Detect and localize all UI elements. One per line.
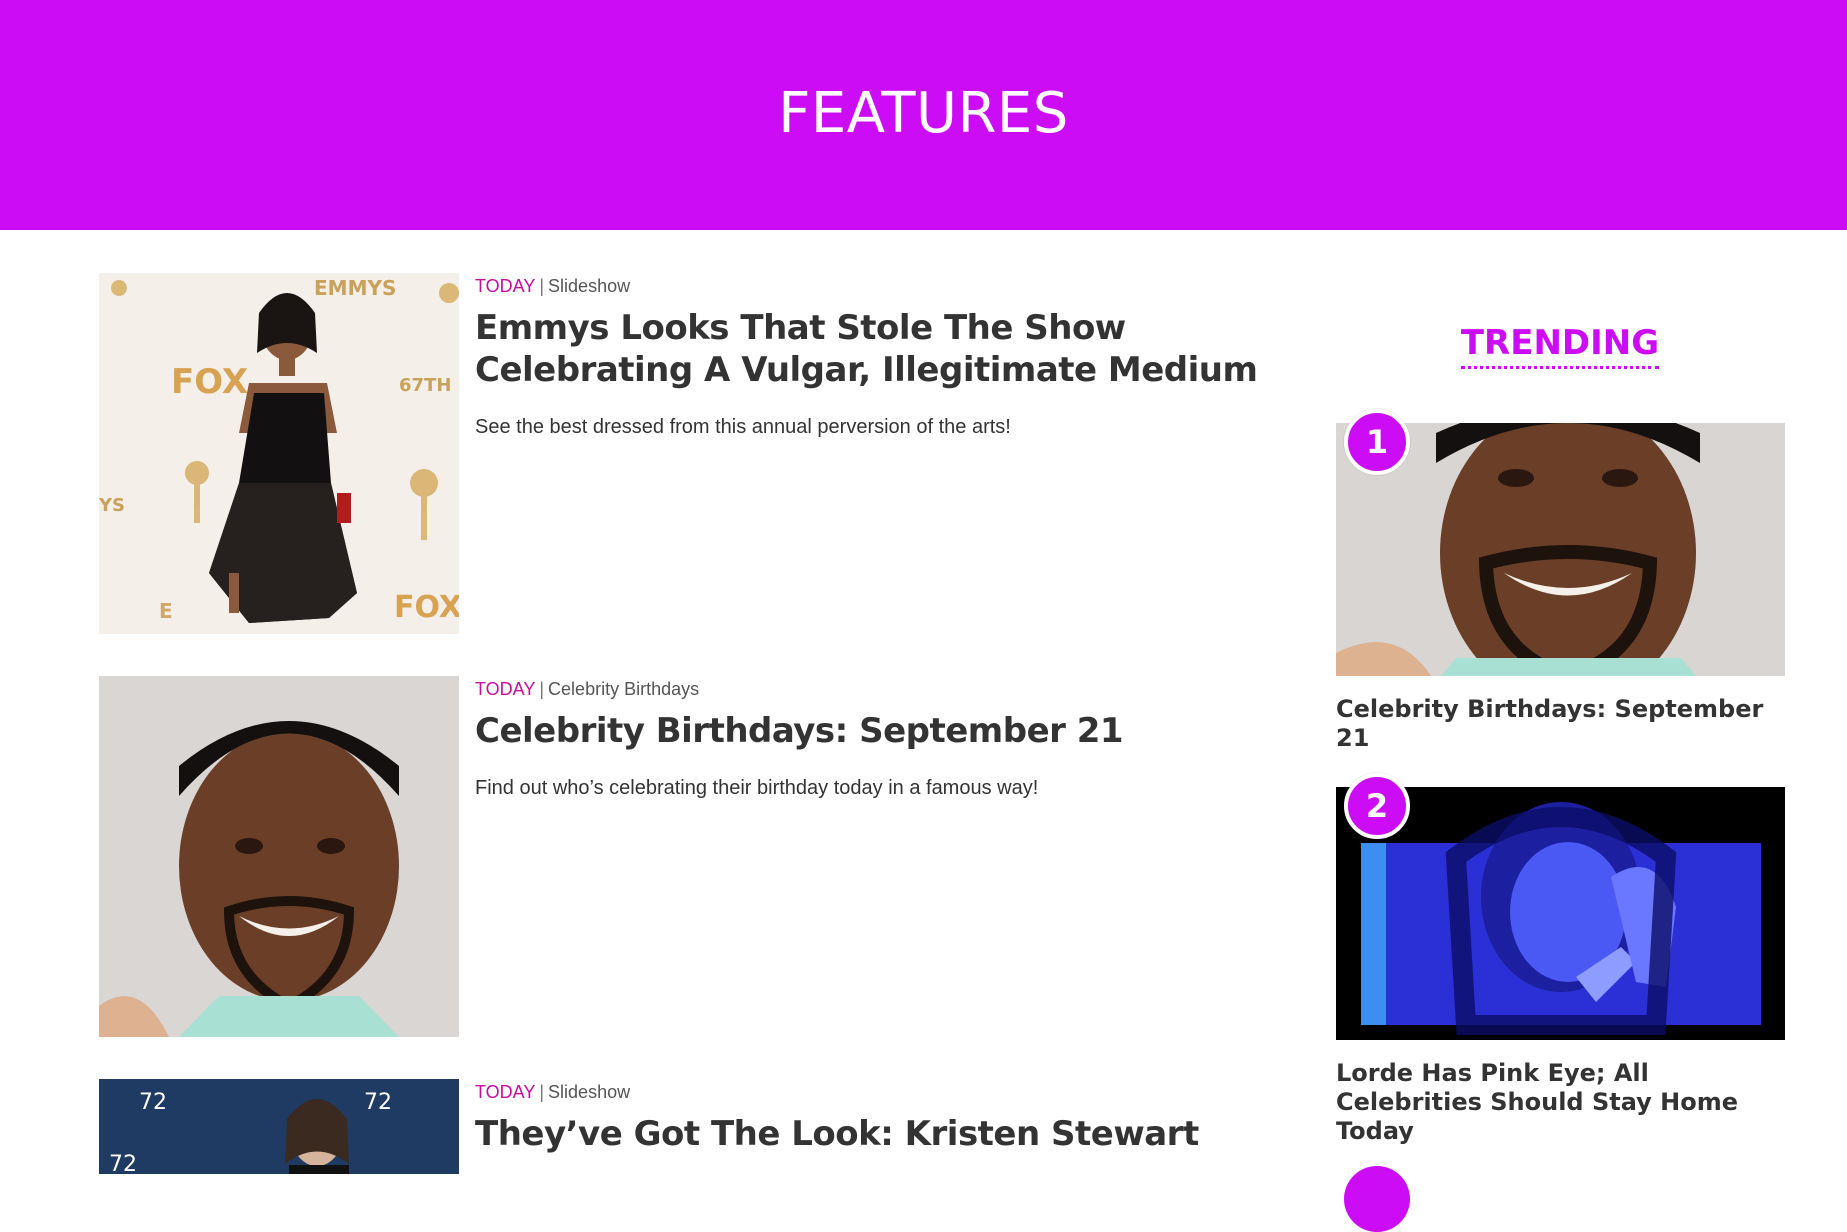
meta-separator: | (539, 1082, 545, 1102)
photo-backdrop-text: E (159, 599, 173, 623)
features-header: FEATURES (0, 0, 1847, 230)
photo-backdrop-text: FOX (394, 590, 459, 625)
article-title[interactable]: Celebrity Birthdays: September 21 (475, 710, 1335, 752)
article-meta: TODAY | Slideshow (475, 1079, 630, 1105)
article-description: See the best dressed from this annual pe… (475, 416, 1011, 438)
article-thumbnail[interactable]: EMMYS FOX 67TH EMMY FOX YS E (99, 273, 459, 634)
article-description: Find out who’s celebrating their birthda… (475, 777, 1039, 799)
trending-title[interactable]: Lorde Has Pink Eye; All Celebrities Shou… (1336, 1059, 1776, 1146)
trending-rank-badge: 2 (1344, 773, 1410, 839)
photo-backdrop-text: 72 (109, 1152, 137, 1174)
photo-backdrop-text: 72 (139, 1090, 167, 1115)
article-title[interactable]: Emmys Looks That Stole The Show Celebrat… (475, 307, 1335, 391)
photo-backdrop-text: YS (99, 495, 125, 516)
article-thumbnail[interactable]: 72 72 72 (99, 1079, 459, 1174)
article-category[interactable]: Slideshow (548, 276, 630, 296)
article-tag[interactable]: TODAY (475, 276, 535, 296)
article-meta: TODAY | Slideshow (475, 273, 630, 299)
meta-separator: | (539, 276, 545, 296)
trending-heading-text: TRENDING (1460, 322, 1660, 369)
article-tag[interactable]: TODAY (475, 679, 535, 699)
article-title[interactable]: They’ve Got The Look: Kristen Stewart (475, 1113, 1335, 1155)
trending-heading: TRENDING (1336, 322, 1784, 369)
meta-separator: | (539, 679, 545, 699)
photo-backdrop-text: FOX (171, 362, 248, 402)
trending-rank-badge: 1 (1344, 409, 1410, 475)
photo-backdrop-text: 67TH EMMY (399, 375, 459, 396)
photo-backdrop-text: 72 (364, 1090, 392, 1115)
photo-backdrop-text: EMMYS (314, 276, 396, 300)
article-category[interactable]: Slideshow (548, 1082, 630, 1102)
page-title: FEATURES (778, 81, 1069, 146)
article-thumbnail[interactable] (99, 676, 459, 1037)
article-tag[interactable]: TODAY (475, 1082, 535, 1102)
article-category[interactable]: Celebrity Birthdays (548, 679, 699, 699)
trending-rank-badge (1344, 1166, 1410, 1232)
article-meta: TODAY | Celebrity Birthdays (475, 676, 699, 702)
trending-title[interactable]: Celebrity Birthdays: September 21 (1336, 695, 1776, 753)
